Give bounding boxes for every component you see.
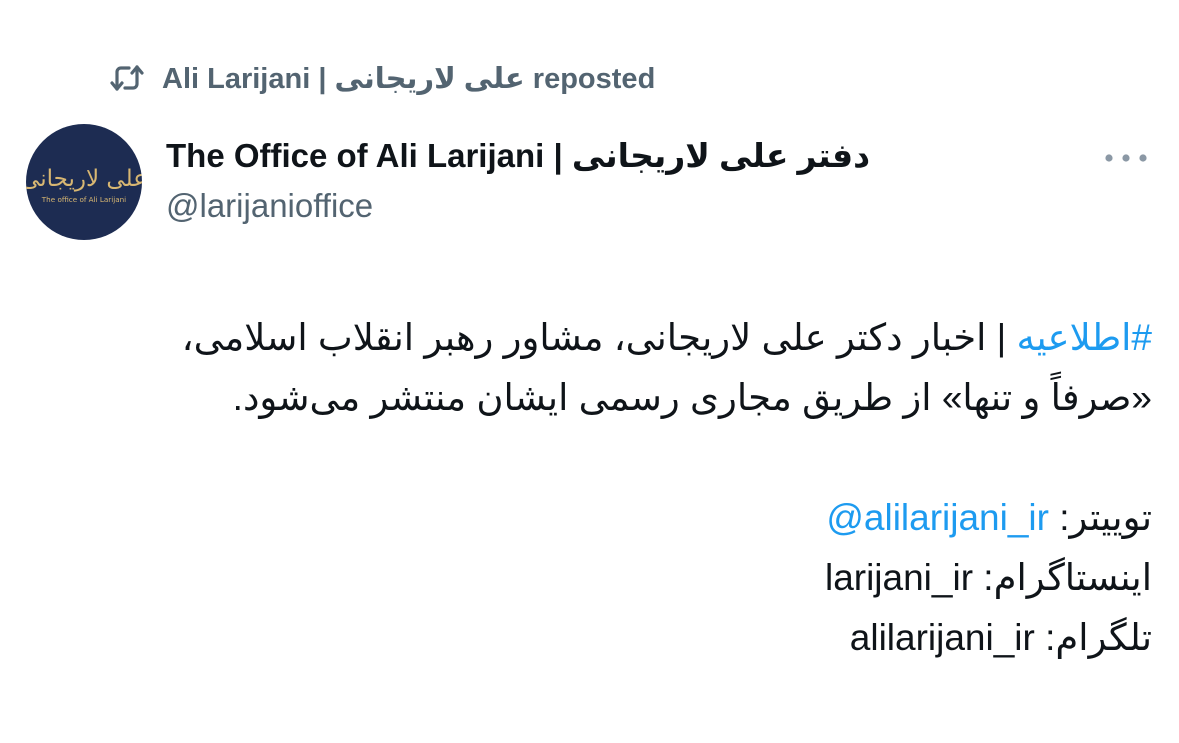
instagram-line: اینستاگرام: larijani_ir <box>40 548 1152 608</box>
author-handle[interactable]: @larijanioffice <box>166 184 373 228</box>
repost-header[interactable]: Ali Larijani | علی لاریجانی reposted <box>110 58 655 98</box>
tweet-text: #اطلاعیه | اخبار دکتر علی لاریجانی، مشاو… <box>40 308 1152 668</box>
avatar[interactable]: علی لاریجانی The office of Ali Larijani <box>26 124 142 240</box>
avatar-logo-subtext: The office of Ali Larijani <box>41 195 126 204</box>
repost-icon <box>110 63 144 93</box>
tweet-line-2: «صرفاً و تنها» از طریق مجاری رسمی ایشان … <box>232 377 1152 418</box>
twitter-label: توییتر: <box>1048 497 1152 538</box>
more-options-button[interactable] <box>1098 140 1154 176</box>
telegram-handle: alilarijani_ir <box>849 617 1035 658</box>
twitter-mention-link[interactable]: @alilarijani_ir <box>826 488 1049 548</box>
more-horizontal-icon <box>1105 154 1147 162</box>
tweet-line-1-text: | اخبار دکتر علی لاریجانی، مشاور رهبر ان… <box>181 317 1017 358</box>
author-name[interactable]: The Office of Ali Larijani | دفتر علی لا… <box>166 134 870 178</box>
telegram-label: تلگرام: <box>1034 617 1152 658</box>
instagram-label: اینستاگرام: <box>973 557 1152 598</box>
telegram-line: تلگرام: alilarijani_ir <box>40 608 1152 668</box>
tweet-line-1: #اطلاعیه | اخبار دکتر علی لاریجانی، مشاو… <box>40 308 1152 368</box>
instagram-handle: larijani_ir <box>824 557 974 598</box>
hashtag-link[interactable]: #اطلاعیه <box>1017 317 1152 358</box>
avatar-logo-text: علی لاریجانی <box>26 166 142 192</box>
repost-text[interactable]: Ali Larijani | علی لاریجانی reposted <box>162 61 655 96</box>
twitter-line: توییتر: @alilarijani_ir <box>40 488 1152 548</box>
